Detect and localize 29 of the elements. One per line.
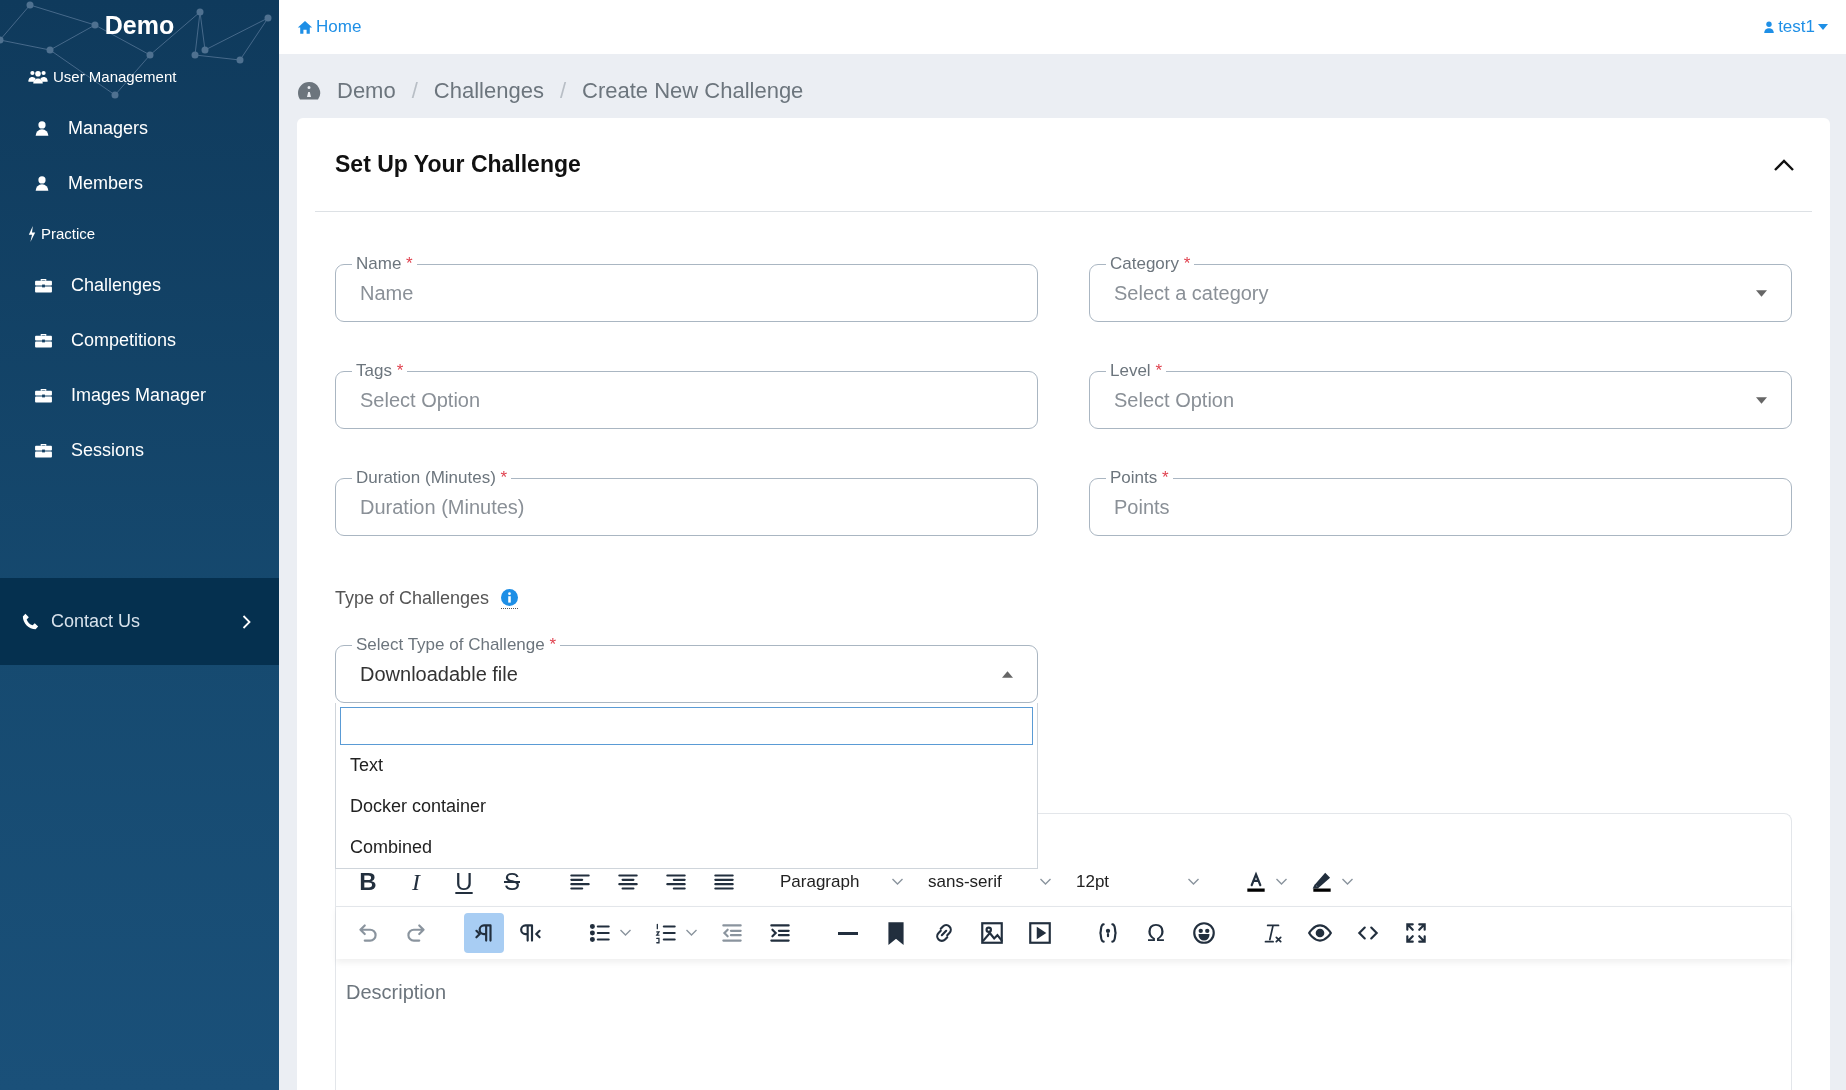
section-heading: Practice	[41, 225, 96, 242]
field-label: Duration (Minutes) *	[356, 468, 508, 487]
placeholder-text: Name	[360, 282, 415, 305]
placeholder-text: Points	[1114, 496, 1171, 519]
select-placeholder: Select Option	[1114, 389, 1236, 412]
sidebar-item-label: Sessions	[71, 440, 145, 461]
editor-placeholder: Description	[345, 980, 448, 1005]
card-title: Set Up Your Challenge	[335, 151, 581, 178]
section-label: Type of Challenges	[335, 588, 490, 609]
placeholder-text: Duration (Minutes)	[360, 496, 526, 519]
sidebar-item-label: Members	[68, 173, 143, 194]
section-heading: User Management	[53, 68, 177, 85]
sidebar-item-label: Competitions	[71, 330, 177, 351]
sidebar-item-label: Managers	[68, 118, 149, 139]
field-label: Level *	[1110, 361, 1162, 380]
sidebar-item-label: Challenges	[71, 275, 162, 296]
brand-title: Demo	[104, 10, 175, 41]
field-label: Points *	[1110, 468, 1169, 487]
field-label: Select Type of Challenge *	[356, 635, 557, 654]
select-value: Downloadable file	[360, 663, 519, 686]
contact-label: Contact Us	[51, 611, 142, 632]
field-label: Category *	[1110, 254, 1191, 273]
select-placeholder: Select a category	[1114, 282, 1270, 305]
field-label: Name *	[356, 254, 413, 273]
breadcrumb-separator: /	[411, 78, 418, 104]
field-label: Tags *	[356, 361, 404, 380]
breadcrumb-separator: /	[559, 78, 566, 104]
sidebar-item-label: Images Manager	[71, 385, 207, 406]
placeholder-text: Select Option	[360, 389, 482, 412]
